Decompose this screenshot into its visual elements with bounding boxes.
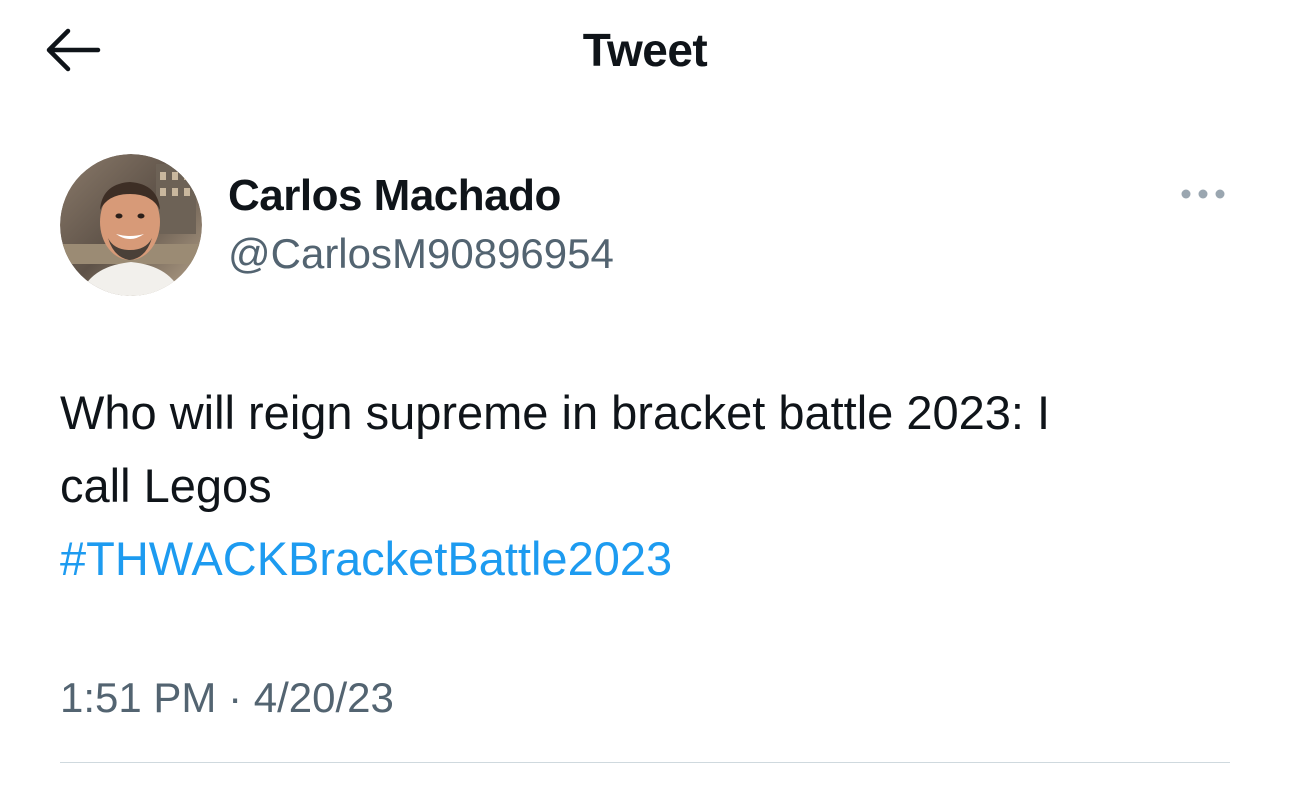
hashtag-link[interactable]: #THWACKBracketBattle2023 [60, 522, 1235, 595]
meta-separator: · [228, 674, 243, 721]
avatar-image [60, 154, 202, 296]
tweet-time[interactable]: 1:51 PM [60, 674, 216, 721]
tweet-text: Who will reign supreme in bracket battle… [60, 376, 1235, 595]
more-options-button[interactable] [1172, 174, 1234, 214]
author-handle[interactable]: @CarlosM90896954 [228, 228, 614, 280]
tweet-text-line: Who will reign supreme in bracket battle… [60, 386, 1051, 439]
avatar[interactable] [60, 154, 202, 296]
author-display-name[interactable]: Carlos Machado [228, 170, 561, 222]
tweet-text-line: call Legos [60, 459, 272, 512]
tweet-timestamp: 1:51 PM · 4/20/23 [60, 668, 394, 728]
tweet-date[interactable]: 4/20/23 [254, 674, 394, 721]
page-title: Tweet [582, 24, 708, 76]
divider [60, 762, 1230, 763]
ellipsis-horizontal-icon [1181, 189, 1225, 199]
